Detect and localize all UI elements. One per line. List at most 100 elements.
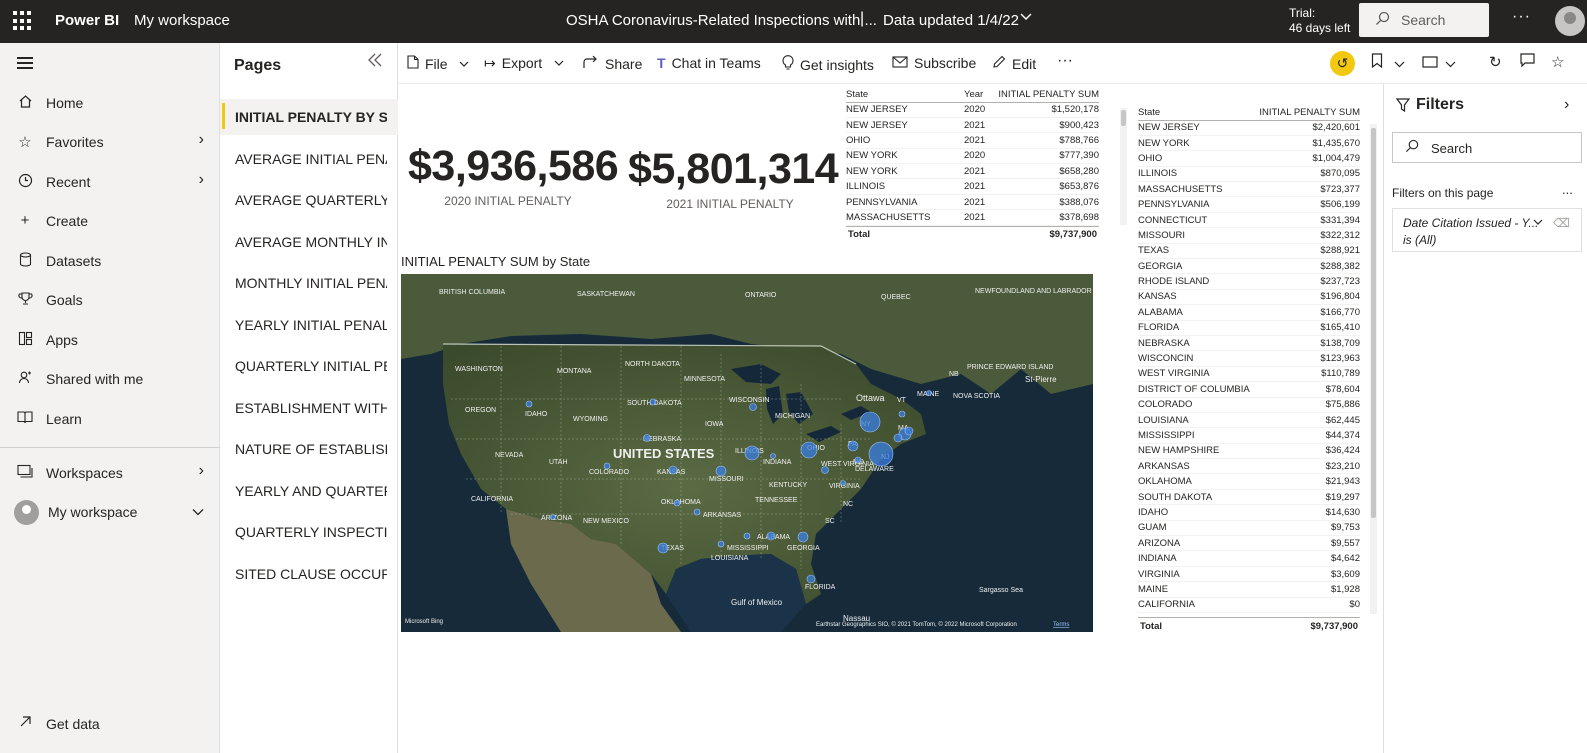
nav-item-get-data[interactable]: Get data [0,707,220,743]
chevron-down-icon[interactable] [1019,10,1033,27]
eraser-icon[interactable]: ⌫ [1553,215,1570,232]
table-row[interactable]: ARKANSAS $23,210 [1138,458,1360,475]
table-row[interactable]: TEXAS $288,921 [1138,243,1360,260]
page-tab[interactable]: QUARTERLY INSPECTIONS [220,514,398,550]
data-updated-label[interactable]: Data updated 1/4/22 [883,12,1019,29]
page-tab[interactable]: QUARTERLY INITIAL PENALTY [220,348,398,384]
refresh-icon[interactable]: ↻ [1489,53,1502,71]
table-row[interactable]: ARIZONA $9,557 [1138,535,1360,552]
global-search-input[interactable]: Search [1359,3,1489,37]
chevron-right-icon[interactable]: › [199,171,204,189]
get-insights-button[interactable]: Get insights [782,55,874,73]
filter-search-input[interactable]: Search [1392,132,1582,163]
map-bubble-sd[interactable] [649,398,657,406]
column-header[interactable]: INITIAL PENALTY SUM [1254,102,1360,121]
chevron-right-icon[interactable]: › [199,131,204,149]
favorite-star-icon[interactable]: ☆ [1551,53,1564,71]
map-bubble-wi[interactable] [749,403,757,411]
table-row[interactable]: ILLINOIS 2021 $653,876 [846,178,1099,195]
file-menu-button[interactable]: File [407,55,475,72]
map-bubble-nj[interactable] [868,441,894,467]
map-bubble-fl[interactable] [806,574,816,584]
column-header[interactable]: State [1138,102,1255,121]
page-tab[interactable]: NATURE OF ESTABLISHMENT [220,431,398,467]
map-bubble-ny[interactable] [859,411,881,433]
column-header[interactable]: INITIAL PENALTY SUM [996,84,1099,103]
edit-button[interactable]: Edit [992,55,1036,72]
table-row[interactable]: MASSACHUSETTS $723,377 [1138,181,1360,198]
map-bubble-ne[interactable] [643,434,651,442]
map-bubble-me[interactable] [926,390,932,396]
reset-icon[interactable]: ↺ [1330,51,1355,76]
filters-more-icon[interactable]: ... [1562,182,1573,197]
chevron-down-icon[interactable] [1445,56,1456,73]
table-row[interactable]: NEW YORK $1,435,670 [1138,135,1360,152]
map-bubble-ar[interactable] [693,508,701,516]
table-row[interactable]: MISSOURI $322,312 [1138,227,1360,244]
collapse-filters-icon[interactable]: › [1564,96,1569,114]
table-row[interactable]: PENNSYLVANIA $506,199 [1138,196,1360,213]
map-bubble-la[interactable] [717,540,725,548]
toolbar-more-icon[interactable]: ··· [1057,52,1073,70]
nav-item-create[interactable]: + Create [0,204,220,240]
chevron-down-icon[interactable] [1394,56,1405,73]
map-bubble-al[interactable] [766,531,776,541]
view-icon[interactable] [1422,55,1438,72]
table-row[interactable]: SOUTH DAKOTA $19,297 [1138,489,1360,506]
map-bubble-co[interactable] [603,462,611,470]
table-row[interactable]: MISSISSIPPI $44,374 [1138,427,1360,444]
bookmark-icon[interactable] [1371,53,1383,72]
state-penalty-table[interactable]: State INITIAL PENALTY SUM NEW JERSEY $2,4… [1138,102,1360,632]
collapse-pane-icon[interactable] [366,51,384,74]
penalty-bubble-map[interactable]: BRITISH COLUMBIA SASKATCHEWAN ONTARIO QU… [401,274,1093,632]
page-tab[interactable]: AVERAGE MONTHLY INITIAL PENALTY [220,224,398,260]
page-tab[interactable]: ESTABLISHMENT WITH PENALTY [220,390,398,426]
map-bubble-il[interactable] [744,445,760,461]
table-row[interactable]: NEW YORK 2020 $777,390 [846,148,1099,165]
map-bubble-dc[interactable] [854,456,862,464]
table-row[interactable]: VIRGINIA $3,609 [1138,566,1360,583]
map-bubble-pa[interactable] [847,440,859,452]
nav-item-recent[interactable]: Recent › [0,165,220,201]
column-header[interactable]: State [846,84,964,103]
table-row[interactable]: MASSACHUSETTS 2021 $378,698 [846,209,1099,226]
map-bubble-mo[interactable] [715,465,727,477]
page-tab[interactable]: AVERAGE INITIAL PENALTY [220,141,398,177]
nav-item-home[interactable]: Home [0,86,220,122]
chevron-right-icon[interactable]: › [199,462,204,480]
map-bubble-wv[interactable] [821,466,829,474]
map-bubble-ok[interactable] [673,499,681,507]
table-row[interactable]: RHODE ISLAND $237,723 [1138,273,1360,290]
app-launcher-icon[interactable] [13,11,33,31]
subscribe-button[interactable]: Subscribe [892,55,976,71]
table-row[interactable]: CALIFORNIA $0 [1138,597,1360,614]
table-row[interactable]: GEORGIA $288,382 [1138,258,1360,275]
table-row[interactable]: GUAM $9,753 [1138,520,1360,537]
map-bubble-oh[interactable] [800,441,818,459]
map-bubble-az[interactable] [550,514,556,520]
table-row[interactable]: INDIANA $4,642 [1138,550,1360,567]
table-row[interactable]: CONNECTICUT $331,394 [1138,212,1360,229]
table-row[interactable]: NEW JERSEY $2,420,601 [1138,120,1360,136]
state-year-table[interactable]: State Year INITIAL PENALTY SUM NEW JERSE… [846,84,1099,244]
nav-item-workspaces[interactable]: Workspaces › [0,456,220,492]
kpi-card-2021[interactable]: $5,801,314 2021 INITIAL PENALTY [628,145,839,211]
nav-item-apps[interactable]: Apps [0,323,220,359]
map-bubble-nh[interactable] [898,410,906,418]
map-bubble-ga[interactable] [797,531,809,543]
map-bubble-ri[interactable] [904,426,914,436]
table-row[interactable]: WEST VIRGINIA $110,789 [1138,366,1360,383]
table-row[interactable]: NEBRASKA $138,709 [1138,335,1360,352]
table-row[interactable]: ALABAMA $166,770 [1138,304,1360,321]
table-row[interactable]: COLORADO $75,886 [1138,397,1360,413]
map-bubble-ks[interactable] [668,465,678,475]
export-menu-button[interactable]: ↦ Export [484,55,570,72]
more-options-icon[interactable]: ··· [1512,8,1531,26]
page-tab[interactable]: YEARLY INITIAL PENALTY [220,307,398,343]
chevron-down-icon[interactable] [1533,215,1543,232]
table-row[interactable]: FLORIDA $165,410 [1138,320,1360,336]
table-row[interactable]: LOUISIANA $62,445 [1138,412,1360,429]
column-header[interactable]: Year [964,84,996,103]
map-bubble-tx[interactable] [657,542,669,554]
map-bubble-va[interactable] [840,480,846,486]
